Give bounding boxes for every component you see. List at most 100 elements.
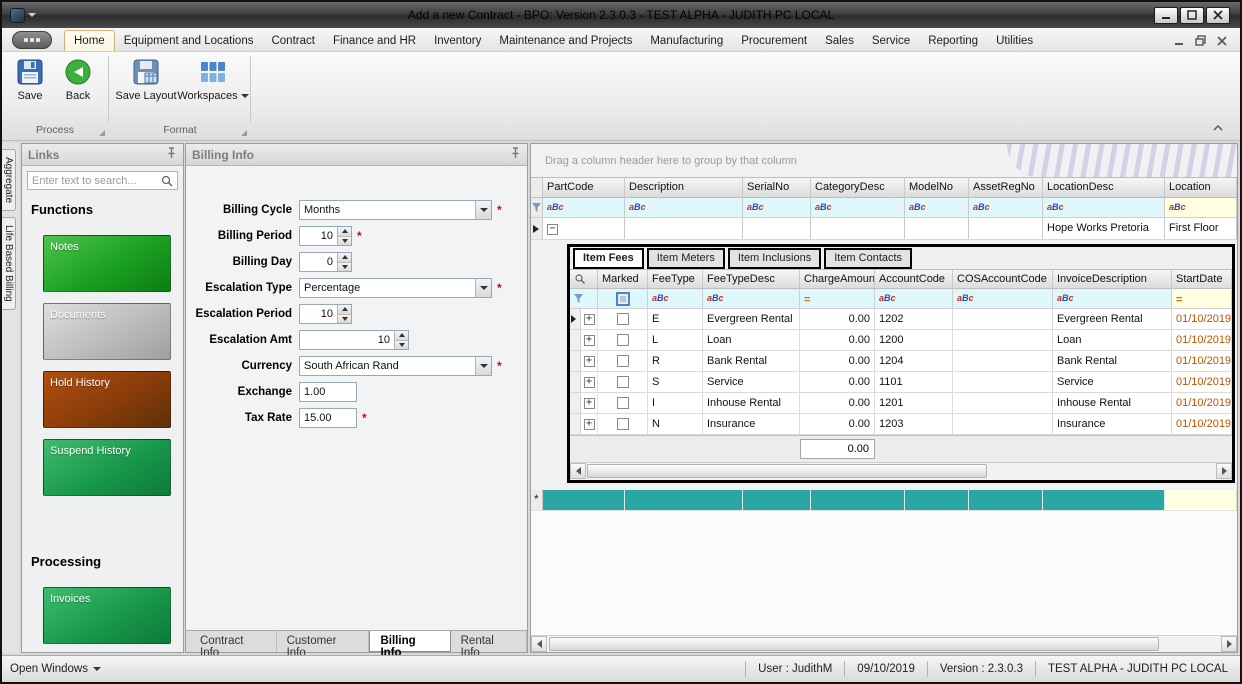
notes-button[interactable]: Notes (43, 235, 171, 292)
detail-row[interactable]: E Evergreen Rental 0.00 1202 Evergreen R… (570, 309, 1232, 330)
detail-filter-accountcode[interactable] (875, 289, 953, 309)
mdi-close-icon[interactable] (1217, 36, 1228, 46)
detail-filter-marked[interactable] (598, 289, 648, 309)
detail-filter-chargeamount[interactable] (800, 289, 875, 309)
cell-cosaccountcode[interactable] (953, 393, 1053, 413)
side-tab-life-based-billing[interactable]: Life Based Billing (2, 217, 16, 310)
invoices-button[interactable]: Invoices (43, 587, 171, 644)
ribbon-tab-sales[interactable]: Sales (816, 31, 863, 51)
cell-feetype[interactable]: S (648, 372, 703, 392)
cell-feetypedesc[interactable]: Service (703, 372, 800, 392)
master-cell-description[interactable] (625, 218, 743, 239)
cell-accountcode[interactable]: 1202 (875, 309, 953, 329)
detail-column-header-cosaccountcode[interactable]: COSAccountCode (953, 269, 1053, 289)
spinner-buttons[interactable] (337, 227, 351, 245)
scroll-right-button[interactable] (1216, 463, 1232, 479)
filter-cell-categorydesc[interactable] (811, 198, 905, 217)
column-header-description[interactable]: Description (625, 178, 743, 197)
cell-startdate[interactable]: 01/10/2019 (1172, 309, 1232, 329)
cell-cosaccountcode[interactable] (953, 414, 1053, 434)
cell-feetype[interactable]: E (648, 309, 703, 329)
cell-feetypedesc[interactable]: Bank Rental (703, 351, 800, 371)
side-tab-aggregate[interactable]: Aggregate (2, 149, 16, 211)
expand-row-button[interactable] (584, 335, 595, 346)
cell-feetypedesc[interactable]: Evergreen Rental (703, 309, 800, 329)
cell-chargeamount[interactable]: 0.00 (800, 393, 875, 413)
currency-dropdown[interactable]: South African Rand (299, 356, 492, 376)
chevron-down-icon[interactable] (475, 279, 491, 297)
new-cell-location[interactable] (1165, 490, 1237, 510)
billing-day-spinner[interactable]: 0 (299, 252, 352, 272)
tab-rental-info[interactable]: Rental Info (451, 631, 527, 652)
new-cell-serialno[interactable] (743, 490, 811, 510)
close-button[interactable] (1206, 7, 1230, 24)
cell-accountcode[interactable]: 1201 (875, 393, 953, 413)
tab-billing-info[interactable]: Billing Info (369, 631, 450, 652)
expand-row-button[interactable] (584, 398, 595, 409)
filter-cell-modelno[interactable] (905, 198, 969, 217)
cell-feetype[interactable]: I (648, 393, 703, 413)
filter-cell-partcode[interactable] (543, 198, 625, 217)
ribbon-tab-contract[interactable]: Contract (262, 31, 323, 51)
detail-filter-invoicedescription[interactable] (1053, 289, 1172, 309)
suspend-history-button[interactable]: Suspend History (43, 439, 171, 496)
tax-rate-field[interactable]: 15.00 (299, 408, 357, 428)
ribbon-tab-finance-and-hr[interactable]: Finance and HR (324, 31, 425, 51)
master-cell-categorydesc[interactable] (811, 218, 905, 239)
tab-item-fees[interactable]: Item Fees (573, 248, 644, 269)
search-icon[interactable] (160, 174, 174, 188)
scroll-thumb[interactable] (587, 464, 987, 478)
ribbon-tab-maintenance-and-projects[interactable]: Maintenance and Projects (490, 31, 641, 51)
detail-search-column[interactable] (570, 269, 598, 289)
new-cell-locationdesc[interactable] (1043, 490, 1165, 510)
filter-cell-location[interactable] (1165, 198, 1237, 217)
cell-invoicedescription[interactable]: Evergreen Rental (1053, 309, 1172, 329)
tab-item-meters[interactable]: Item Meters (647, 248, 725, 269)
master-row[interactable]: Hope Works Pretoria First Floor (531, 218, 1237, 240)
ribbon-tab-equipment-and-locations[interactable]: Equipment and Locations (115, 31, 263, 51)
application-button[interactable] (12, 31, 52, 49)
cell-startdate[interactable]: 01/10/2019 (1172, 414, 1232, 434)
cell-feetypedesc[interactable]: Insurance (703, 414, 800, 434)
app-icon[interactable] (10, 8, 25, 23)
column-header-partcode[interactable]: PartCode (543, 178, 625, 197)
detail-column-header-startdate[interactable]: StartDate (1172, 269, 1232, 289)
detail-row[interactable]: S Service 0.00 1101 Service 01/10/2019 (570, 372, 1232, 393)
ribbon-tab-home[interactable]: Home (64, 30, 115, 51)
chevron-down-icon[interactable] (475, 201, 491, 219)
cell-invoicedescription[interactable]: Insurance (1053, 414, 1172, 434)
maximize-button[interactable] (1180, 7, 1204, 24)
scroll-right-button[interactable] (1221, 636, 1237, 652)
ribbon-tab-service[interactable]: Service (863, 31, 919, 51)
ribbon-collapse-button[interactable] (1210, 122, 1226, 134)
cell-invoicedescription[interactable]: Bank Rental (1053, 351, 1172, 371)
open-windows-button[interactable]: Open Windows (2, 663, 101, 675)
back-button[interactable]: Back (52, 58, 104, 102)
column-header-assetregno[interactable]: AssetRegNo (969, 178, 1043, 197)
expand-row-button[interactable] (584, 314, 595, 325)
tab-customer-info[interactable]: Customer Info (277, 631, 370, 652)
cell-chargeamount[interactable]: 0.00 (800, 309, 875, 329)
cell-accountcode[interactable]: 1101 (875, 372, 953, 392)
filter-cell-locationdesc[interactable] (1043, 198, 1165, 217)
collapse-detail-button[interactable] (547, 224, 558, 235)
column-header-serialno[interactable]: SerialNo (743, 178, 811, 197)
new-cell-categorydesc[interactable] (811, 490, 905, 510)
new-cell-partcode[interactable] (543, 490, 625, 510)
cell-startdate[interactable]: 01/10/2019 (1172, 393, 1232, 413)
detail-column-header-marked[interactable]: Marked (598, 269, 648, 289)
cell-accountcode[interactable]: 1203 (875, 414, 953, 434)
scroll-left-button[interactable] (531, 636, 547, 652)
detail-horizontal-scrollbar[interactable] (570, 462, 1232, 479)
cell-chargeamount[interactable]: 0.00 (800, 372, 875, 392)
detail-column-header-chargeamount[interactable]: ChargeAmount (800, 269, 875, 289)
new-cell-assetregno[interactable] (969, 490, 1043, 510)
billing-cycle-dropdown[interactable]: Months (299, 200, 492, 220)
master-cell-assetregno[interactable] (969, 218, 1043, 239)
cell-accountcode[interactable]: 1204 (875, 351, 953, 371)
master-cell-locationdesc[interactable]: Hope Works Pretoria (1043, 218, 1165, 239)
marked-checkbox[interactable] (617, 355, 629, 367)
hold-history-button[interactable]: Hold History (43, 371, 171, 428)
pin-icon[interactable] (166, 147, 177, 162)
marked-checkbox[interactable] (617, 418, 629, 430)
